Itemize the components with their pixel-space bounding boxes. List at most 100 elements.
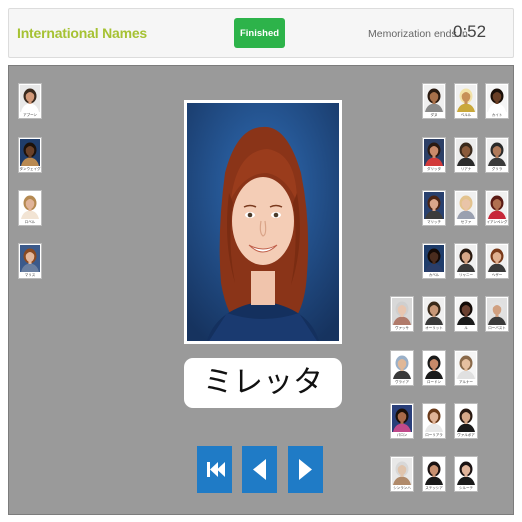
thumbnail-photo	[392, 298, 412, 325]
thumbnail-photo	[392, 352, 412, 379]
face-thumbnail[interactable]: ロベル	[18, 190, 42, 226]
thumbnail-name: ロードン	[427, 380, 441, 384]
thumbnail-photo	[424, 139, 444, 166]
next-icon	[299, 459, 312, 480]
previous-icon	[253, 459, 266, 480]
face-thumbnail[interactable]: ル	[454, 296, 478, 332]
thumbnail-photo	[20, 139, 40, 166]
name-label: ミレッタ	[184, 358, 342, 408]
thumbnail-photo	[424, 298, 444, 325]
thumbnail-name: リャニー	[459, 273, 473, 277]
thumbnail-photo	[456, 139, 476, 166]
thumbnail-name: マリッチ	[427, 220, 441, 224]
thumbnail-name: タンウェイグ	[19, 167, 41, 171]
thumbnail-photo	[487, 298, 507, 325]
thumbnail-name: ベルル	[460, 113, 472, 117]
face-thumbnail[interactable]: マリス	[18, 243, 42, 279]
top-bar: International Names Finished Memorizatio…	[8, 8, 514, 58]
thumbnail-photo	[456, 405, 476, 432]
thumbnail-name: ロベル	[24, 220, 36, 224]
face-thumbnail[interactable]: アブーン	[18, 83, 42, 119]
thumbnail-name: アルナー	[459, 380, 473, 384]
thumbnail-photo	[456, 458, 476, 485]
main-face-photo	[184, 100, 342, 344]
thumbnail-name: マリス	[24, 273, 36, 277]
thumbnail-photo	[456, 245, 476, 272]
thumbnail-photo	[424, 458, 444, 485]
thumbnail-name: オーリット	[425, 326, 443, 330]
thumbnail-name: ヴライア	[395, 380, 409, 384]
thumbnail-name: イアンペング	[486, 220, 508, 224]
face-thumbnail[interactable]: ヘザー	[485, 243, 509, 279]
face-thumbnail[interactable]: セファ	[454, 190, 478, 226]
face-thumbnail[interactable]: ベルル	[454, 83, 478, 119]
thumbnail-name: ダヌ	[430, 113, 438, 117]
thumbnail-photo	[424, 85, 444, 112]
finished-button[interactable]: Finished	[234, 18, 285, 48]
face-thumbnail[interactable]: グリラ	[485, 137, 509, 173]
thumbnail-name: ローバスト	[488, 326, 506, 330]
thumbnail-photo	[487, 245, 507, 272]
thumbnail-photo	[424, 245, 444, 272]
thumbnail-photo	[487, 139, 507, 166]
thumbnail-photo	[456, 298, 476, 325]
face-thumbnail[interactable]: ローリアラ	[422, 403, 446, 439]
thumbnail-photo	[424, 352, 444, 379]
memorization-board: ミレッタ アブーンタンウェイグ ロベルマリス ダヌ ベルル カイトダリッタ リアナ グリラマ…	[8, 65, 514, 515]
thumbnail-photo	[424, 192, 444, 219]
thumbnail-name: パロン	[396, 433, 408, 437]
face-thumbnail[interactable]: マリッチ	[422, 190, 446, 226]
face-thumbnail[interactable]: ステッシア	[422, 456, 446, 492]
thumbnail-photo	[487, 192, 507, 219]
face-thumbnail[interactable]: リアナ	[454, 137, 478, 173]
face-thumbnail[interactable]: タンウェイグ	[18, 137, 42, 173]
face-thumbnail[interactable]: ローバスト	[485, 296, 509, 332]
face-thumbnail[interactable]: ダヌ	[422, 83, 446, 119]
thumbnail-photo	[20, 192, 40, 219]
next-button[interactable]	[288, 446, 323, 493]
thumbnail-name: ローリアラ	[425, 433, 443, 437]
face-thumbnail[interactable]: ヴァッサ	[390, 296, 414, 332]
thumbnail-name: ル	[464, 326, 468, 330]
thumbnail-photo	[20, 85, 40, 112]
thumbnail-photo	[487, 85, 507, 112]
thumbnail-name: グリラ	[491, 167, 503, 171]
thumbnail-name: シルーテ	[459, 486, 473, 490]
app-title: International Names	[17, 25, 148, 41]
thumbnail-photo	[456, 85, 476, 112]
thumbnail-name: リアナ	[460, 167, 472, 171]
face-thumbnail[interactable]: ダリッタ	[422, 137, 446, 173]
thumbnail-photo	[424, 405, 444, 432]
first-button[interactable]	[197, 446, 232, 493]
thumbnail-name: カイト	[491, 113, 503, 117]
face-thumbnail[interactable]: シンランハ	[390, 456, 414, 492]
thumbnail-name: ダリッタ	[427, 167, 441, 171]
thumbnail-photo	[392, 405, 412, 432]
face-thumbnail[interactable]: ヴァルボア	[454, 403, 478, 439]
thumbnail-photo	[392, 458, 412, 485]
thumbnail-name: カベル	[428, 273, 440, 277]
thumbnail-name: ステッシア	[425, 486, 443, 490]
face-thumbnail[interactable]: オーリット	[422, 296, 446, 332]
thumbnail-photo	[456, 192, 476, 219]
face-thumbnail[interactable]: カイト	[485, 83, 509, 119]
portrait-image	[187, 103, 339, 341]
previous-button[interactable]	[242, 446, 277, 493]
skip-to-first-icon	[207, 462, 225, 477]
face-thumbnail[interactable]: アルナー	[454, 350, 478, 386]
thumbnail-name: セファ	[460, 220, 472, 224]
face-thumbnail[interactable]: カベル	[422, 243, 446, 279]
face-thumbnail[interactable]: ヴライア	[390, 350, 414, 386]
face-thumbnail[interactable]: パロン	[390, 403, 414, 439]
face-thumbnail[interactable]: ロードン	[422, 350, 446, 386]
thumbnail-name: ヴァルボア	[457, 433, 475, 437]
face-thumbnail[interactable]: リャニー	[454, 243, 478, 279]
face-thumbnail[interactable]: シルーテ	[454, 456, 478, 492]
face-thumbnail[interactable]: イアンペング	[485, 190, 509, 226]
timer-value: 0:52	[453, 22, 487, 41]
thumbnail-name: ヴァッサ	[395, 326, 409, 330]
thumbnail-photo	[20, 245, 40, 272]
thumbnail-photo	[456, 352, 476, 379]
thumbnail-name: シンランハ	[393, 486, 411, 490]
thumbnail-name: アブーン	[23, 113, 37, 117]
